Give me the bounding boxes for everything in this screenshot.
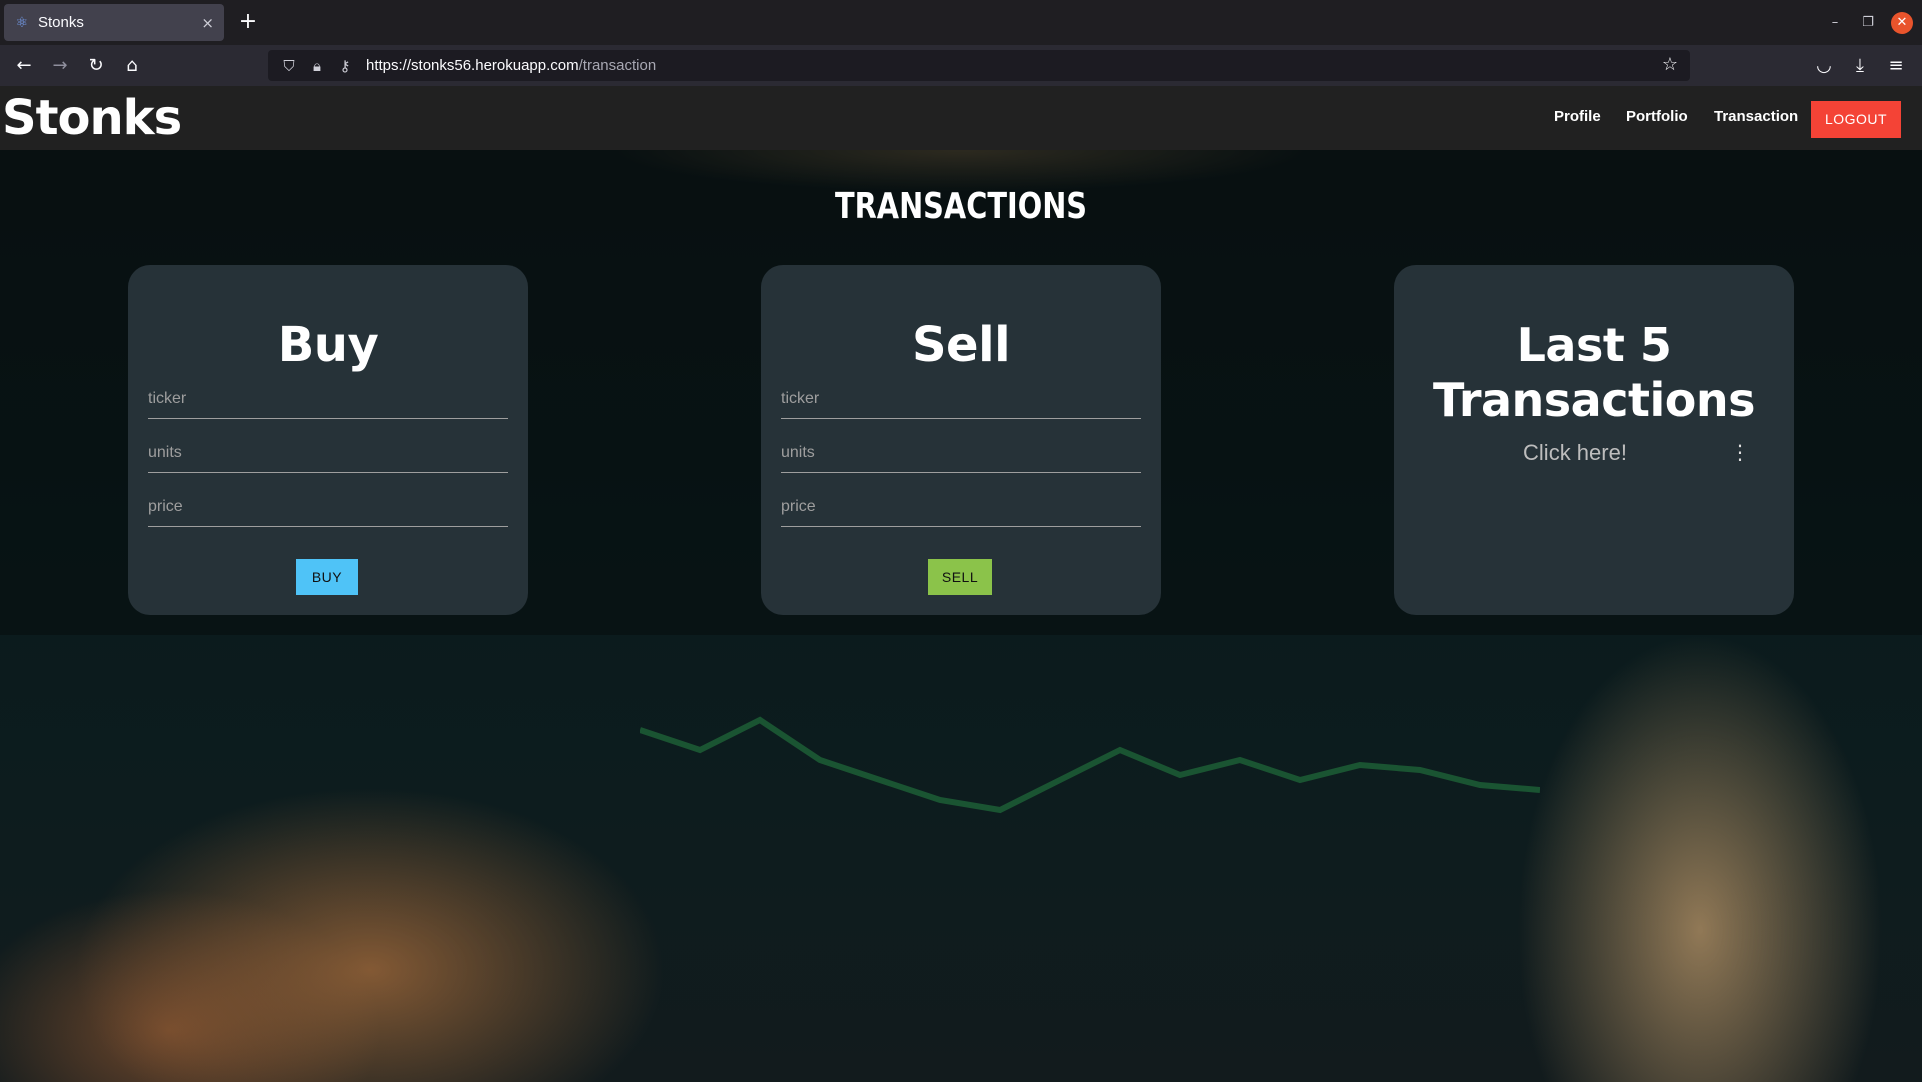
back-icon[interactable]: ← — [12, 54, 36, 78]
key-icon[interactable]: ⚷ — [334, 57, 356, 75]
url-path: /transaction — [578, 57, 657, 74]
home-icon[interactable]: ⌂ — [120, 54, 144, 78]
shield-icon[interactable]: ⛉ — [278, 57, 300, 75]
buy-button[interactable]: BUY — [296, 559, 358, 595]
brand-logo[interactable]: Stonks — [2, 90, 182, 146]
more-vertical-icon[interactable]: ⋮ — [1730, 440, 1750, 464]
close-tab-icon[interactable]: × — [201, 14, 214, 32]
buy-ticker-field[interactable] — [148, 379, 508, 419]
close-window-icon[interactable]: ✕ — [1891, 12, 1913, 34]
react-favicon-icon: ⚛ — [15, 14, 29, 31]
last-transactions-title-line2: Transactions — [1433, 373, 1755, 427]
nav-portfolio[interactable]: Portfolio — [1626, 108, 1688, 125]
sell-units-field[interactable] — [781, 433, 1141, 473]
sell-card: Sell SELL — [761, 265, 1161, 615]
browser-tab-bar: ⚛ Stonks × + – ❐ ✕ — [0, 0, 1922, 45]
last-transactions-card: Last 5 Transactions Click here! ⋮ — [1394, 265, 1794, 615]
last-transactions-title: Last 5 Transactions — [1394, 318, 1794, 428]
buy-units-field[interactable] — [148, 433, 508, 473]
new-tab-button[interactable]: + — [234, 8, 262, 36]
sell-ticker-field[interactable] — [781, 379, 1141, 419]
minimize-icon[interactable]: – — [1824, 12, 1846, 34]
browser-toolbar: ← → ↻ ⌂ ⛉ 🔒︎ ⚷ https://stonks56.herokuap… — [0, 45, 1922, 86]
forward-icon[interactable]: → — [48, 54, 72, 78]
buy-price-field[interactable] — [148, 487, 508, 527]
buy-card: Buy BUY — [128, 265, 528, 615]
sell-button[interactable]: SELL — [928, 559, 992, 595]
app-navbar: Stonks Profile Portfolio Transaction LOG… — [0, 86, 1922, 150]
restore-icon[interactable]: ❐ — [1857, 12, 1879, 34]
sell-units-input[interactable] — [781, 433, 1141, 472]
menu-icon[interactable]: ≡ — [1884, 54, 1908, 78]
sell-price-field[interactable] — [781, 487, 1141, 527]
background-chart-decoration — [640, 716, 1540, 814]
sell-price-input[interactable] — [781, 487, 1141, 526]
nav-profile[interactable]: Profile — [1554, 108, 1601, 125]
pocket-icon[interactable]: ◡ — [1812, 54, 1836, 78]
page-title: TRANSACTIONS — [834, 186, 1088, 227]
url-bar[interactable]: ⛉ 🔒︎ ⚷ https://stonks56.herokuapp.com/tr… — [268, 50, 1690, 81]
buy-price-input[interactable] — [148, 487, 508, 526]
url-text[interactable]: https://stonks56.herokuapp.com/transacti… — [366, 57, 656, 74]
buy-card-title: Buy — [277, 317, 379, 373]
last-transactions-link[interactable]: Click here! — [1394, 440, 1756, 466]
browser-tab[interactable]: ⚛ Stonks × — [4, 4, 224, 41]
buy-ticker-input[interactable] — [148, 379, 508, 418]
url-host: https://stonks56.herokuapp.com — [366, 57, 579, 74]
logout-button[interactable]: LOGOUT — [1811, 101, 1901, 138]
buy-units-input[interactable] — [148, 433, 508, 472]
nav-transaction[interactable]: Transaction — [1714, 108, 1798, 125]
tab-title: Stonks — [38, 14, 84, 31]
sell-ticker-input[interactable] — [781, 379, 1141, 418]
download-icon[interactable]: ⤓ — [1848, 54, 1872, 78]
sell-card-title: Sell — [911, 317, 1011, 373]
bookmark-star-icon[interactable]: ☆ — [1662, 54, 1678, 75]
reload-icon[interactable]: ↻ — [84, 54, 108, 78]
lock-icon[interactable]: 🔒︎ — [306, 57, 328, 75]
last-transactions-title-line1: Last 5 — [1516, 318, 1672, 372]
